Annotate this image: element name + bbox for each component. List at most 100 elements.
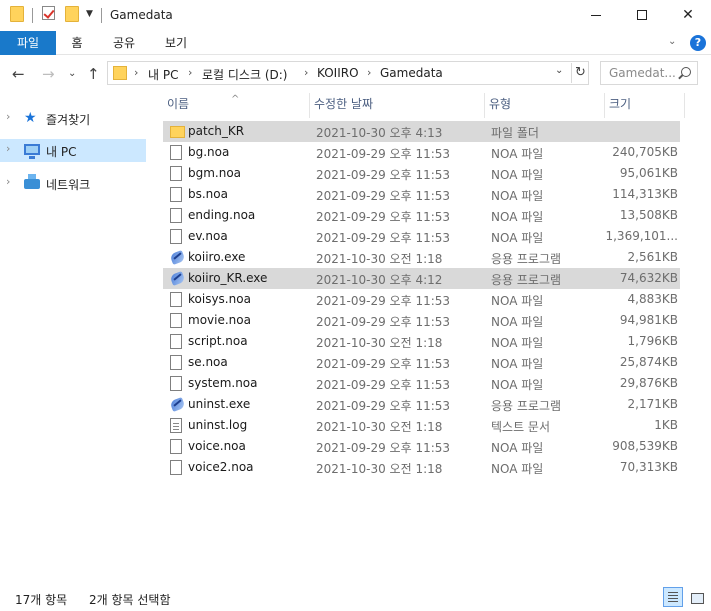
tab-share[interactable]: 공유 <box>98 31 150 55</box>
back-button[interactable]: ← <box>12 65 25 83</box>
expand-ribbon-icon[interactable]: ⌄ <box>668 36 676 47</box>
chevron-right-icon[interactable]: › <box>6 142 10 155</box>
file-name[interactable]: koiiro.exe <box>188 250 245 264</box>
title-bar: ▼ Gamedata ✕ <box>0 0 711 31</box>
file-row[interactable]: uninst.exe 2021-09-29 오후 11:53 응용 프로그램 2,17… <box>163 394 680 415</box>
tab-view[interactable]: 보기 <box>150 31 202 55</box>
file-date: 2021-09-29 오후 11:53 <box>316 231 451 245</box>
breadcrumb-this-pc[interactable]: 내 PC <box>148 66 178 83</box>
column-header-type[interactable]: 유형 <box>485 93 605 118</box>
divider <box>101 8 102 23</box>
file-row[interactable]: bs.noa 2021-09-29 오후 11:53 NOA 파일 114,313KB <box>163 184 680 205</box>
breadcrumb-separator[interactable]: › <box>304 66 308 79</box>
sidebar-item-label: 내 PC <box>46 145 77 159</box>
file-type: 텍스트 문서 <box>491 420 551 434</box>
minimize-button[interactable] <box>573 0 619 30</box>
maximize-button[interactable] <box>619 0 665 30</box>
star-icon: ★ <box>24 110 37 126</box>
file-row[interactable]: bg.noa 2021-09-29 오후 11:53 NOA 파일 240,705KB <box>163 142 680 163</box>
breadcrumb-gamedata[interactable]: Gamedata <box>380 66 443 80</box>
file-icon <box>170 145 182 160</box>
sidebar-item-network[interactable]: › 네트워크 <box>0 172 146 195</box>
file-row[interactable]: ending.noa 2021-09-29 오후 11:53 NOA 파일 13,50… <box>163 205 680 226</box>
properties-icon[interactable] <box>42 6 55 20</box>
file-name[interactable]: uninst.log <box>188 418 247 432</box>
address-bar[interactable]: › 내 PC › 로컬 디스크 (D:) › KOIIRO › Gamedata… <box>107 61 589 85</box>
file-date: 2021-10-30 오전 1:18 <box>316 252 443 266</box>
file-icon <box>170 334 182 349</box>
file-name[interactable]: patch_KR <box>188 124 244 138</box>
file-row[interactable]: voice.noa 2021-09-29 오후 11:53 NOA 파일 908,53… <box>163 436 680 457</box>
file-row[interactable]: koisys.noa 2021-09-29 오후 11:53 NOA 파일 4,883… <box>163 289 680 310</box>
column-header-size[interactable]: 크기 <box>605 93 685 118</box>
file-name[interactable]: bgm.noa <box>188 166 241 180</box>
file-name[interactable]: script.noa <box>188 334 248 348</box>
chevron-right-icon[interactable]: › <box>6 175 10 188</box>
large-icons-view-button[interactable] <box>686 587 706 607</box>
file-name[interactable]: ev.noa <box>188 229 228 243</box>
file-name[interactable]: bs.noa <box>188 187 228 201</box>
file-size: 25,874KB <box>619 355 678 369</box>
close-icon: ✕ <box>682 7 694 23</box>
chevron-right-icon[interactable]: › <box>6 110 10 123</box>
file-icon <box>170 460 182 475</box>
file-row[interactable]: system.noa 2021-09-29 오후 11:53 NOA 파일 29,87… <box>163 373 680 394</box>
file-size: 13,508KB <box>619 208 678 222</box>
file-type: 응용 프로그램 <box>491 273 562 287</box>
file-name[interactable]: bg.noa <box>188 145 229 159</box>
text-file-icon <box>170 418 182 433</box>
search-input[interactable]: Gamedat... <box>600 61 698 85</box>
forward-button[interactable]: → <box>42 65 55 83</box>
breadcrumb-separator[interactable]: › <box>188 66 192 79</box>
column-header-date[interactable]: 수정한 날짜 <box>310 93 485 118</box>
search-placeholder: Gamedat... <box>609 66 676 80</box>
new-folder-icon[interactable] <box>65 6 79 22</box>
breadcrumb-koiiro[interactable]: KOIIRO <box>317 66 359 80</box>
file-row[interactable]: se.noa 2021-09-29 오후 11:53 NOA 파일 25,874KB <box>163 352 680 373</box>
recent-locations-button[interactable]: ⌄ <box>68 68 76 79</box>
close-button[interactable]: ✕ <box>665 0 711 30</box>
file-name[interactable]: movie.noa <box>188 313 251 327</box>
pc-icon <box>24 144 40 159</box>
up-button[interactable]: ↑ <box>87 65 100 83</box>
file-date: 2021-09-29 오후 11:53 <box>316 441 451 455</box>
file-icon <box>170 355 182 370</box>
details-view-button[interactable] <box>663 587 683 607</box>
file-name[interactable]: koisys.noa <box>188 292 251 306</box>
refresh-button[interactable]: ↻ <box>571 63 589 83</box>
file-name[interactable]: voice.noa <box>188 439 246 453</box>
file-row[interactable]: koiiro_KR.exe 2021-10-30 오후 4:12 응용 프로그램 74… <box>163 268 680 289</box>
sidebar-item-quick-access[interactable]: › ★ 즐겨찾기 <box>0 107 146 130</box>
file-size: 908,539KB <box>612 439 678 453</box>
sidebar-item-this-pc[interactable]: › 내 PC <box>0 139 146 162</box>
selected-count: 2개 항목 선택함 <box>89 593 171 607</box>
file-name[interactable]: koiiro_KR.exe <box>188 271 267 285</box>
window-title: Gamedata <box>110 8 173 22</box>
file-name[interactable]: uninst.exe <box>188 397 250 411</box>
breadcrumb-local-disk[interactable]: 로컬 디스크 (D:) <box>202 66 287 83</box>
folder-icon <box>10 6 24 22</box>
file-row[interactable]: voice2.noa 2021-10-30 오전 1:18 NOA 파일 70,313… <box>163 457 680 478</box>
file-row[interactable]: bgm.noa 2021-09-29 오후 11:53 NOA 파일 95,061KB <box>163 163 680 184</box>
file-icon <box>170 313 182 328</box>
file-row[interactable]: ev.noa 2021-09-29 오후 11:53 NOA 파일 1,369,101… <box>163 226 680 247</box>
column-header-name[interactable]: 이름 ^ <box>163 93 310 118</box>
file-name[interactable]: system.noa <box>188 376 258 390</box>
tab-home[interactable]: 홈 <box>56 31 98 55</box>
file-name[interactable]: voice2.noa <box>188 460 254 474</box>
file-name[interactable]: ending.noa <box>188 208 255 222</box>
file-name[interactable]: se.noa <box>188 355 228 369</box>
breadcrumb-separator[interactable]: › <box>367 66 371 79</box>
file-row[interactable]: movie.noa 2021-09-29 오후 11:53 NOA 파일 94,981… <box>163 310 680 331</box>
tab-file[interactable]: 파일 <box>0 31 56 55</box>
breadcrumb-separator[interactable]: › <box>134 66 138 79</box>
file-row[interactable]: patch_KR 2021-10-30 오후 4:13 파일 폴더 <box>163 121 680 142</box>
quick-access-dropdown-icon[interactable]: ▼ <box>86 9 93 19</box>
address-dropdown-icon[interactable]: ⌄ <box>555 65 563 76</box>
file-row[interactable]: script.noa 2021-10-30 오전 1:18 NOA 파일 1,796K… <box>163 331 680 352</box>
help-icon[interactable]: ? <box>690 35 706 51</box>
file-row[interactable]: uninst.log 2021-10-30 오전 1:18 텍스트 문서 1KB <box>163 415 680 436</box>
file-date: 2021-09-29 오후 11:53 <box>316 294 451 308</box>
file-type: NOA 파일 <box>491 462 544 476</box>
file-row[interactable]: koiiro.exe 2021-10-30 오전 1:18 응용 프로그램 2,561… <box>163 247 680 268</box>
